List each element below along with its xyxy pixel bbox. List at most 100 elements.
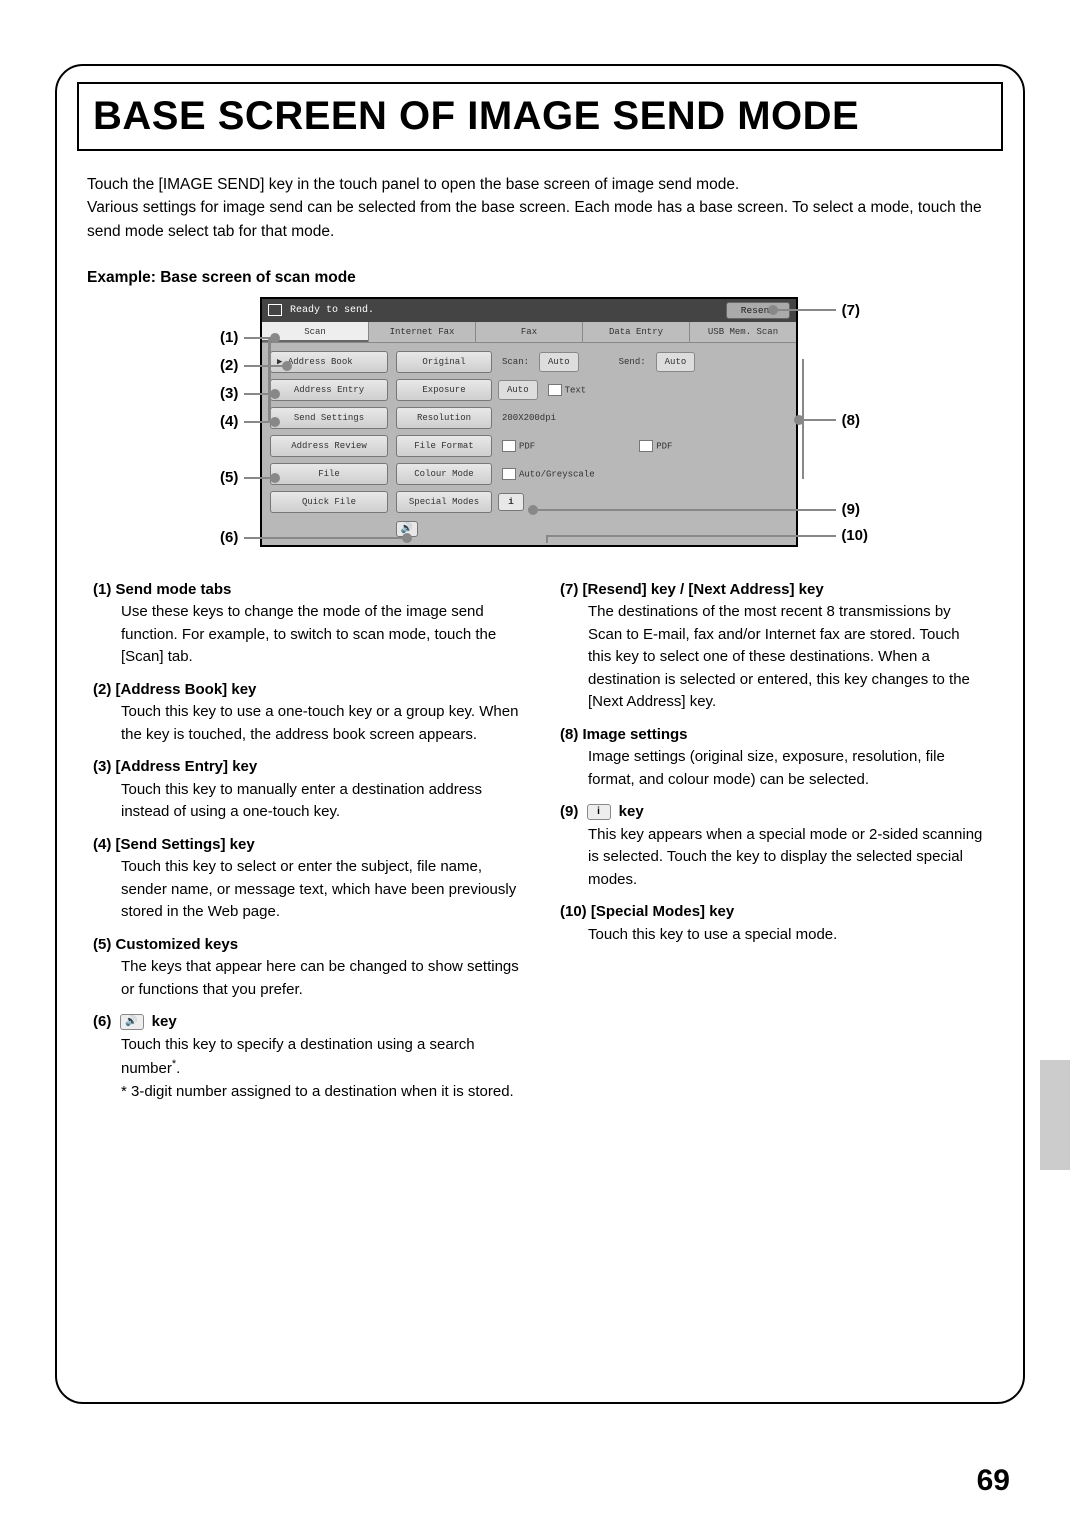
i10-body: Touch this key to use a special mode. (560, 924, 987, 947)
i2-body: Touch this key to use a one-touch key or… (93, 701, 520, 746)
resolution-value: 200X200dpi (498, 413, 560, 423)
leader (776, 309, 836, 312)
i10-head: (10) [Special Modes] key (560, 901, 987, 924)
intro-text: Touch the [IMAGE SEND] key in the touch … (87, 173, 993, 243)
row-colour: Colour Mode Auto/Greyscale (396, 463, 788, 485)
i6-foot: * 3-digit number assigned to a destinati… (93, 1081, 520, 1104)
tab-internetfax[interactable]: Internet Fax (369, 322, 476, 342)
page-frame: BASE SCREEN OF IMAGE SEND MODE Touch the… (55, 64, 1025, 1404)
row-exposure: Exposure Auto Text (396, 379, 788, 401)
i6-pre: (6) (93, 1013, 116, 1030)
leader-dot (402, 533, 412, 543)
page-number: 69 (977, 1464, 1010, 1498)
exposure-mode: Text (544, 384, 591, 396)
pdf1-label: PDF (519, 441, 535, 451)
i3-body: Touch this key to manually enter a desti… (93, 779, 520, 824)
callout-4: (4) (220, 413, 238, 430)
leader (802, 359, 805, 479)
i9-head: (9) i key (560, 801, 987, 824)
leader-dot (768, 305, 778, 315)
info-small-icon: i (587, 804, 611, 820)
i6-key: key (148, 1013, 177, 1030)
leader (536, 509, 836, 512)
pdf-icon (502, 440, 516, 452)
leader (546, 535, 549, 543)
panel-wrap: (1) (2) (3) (4) (5) (6) (7) (8) (9) (10) (260, 297, 820, 547)
callout-1: (1) (220, 329, 238, 346)
search-number-icon: 🔊 (120, 1014, 144, 1030)
info-icon[interactable]: i (498, 493, 524, 511)
i4-head: (4) [Send Settings] key (93, 834, 520, 857)
resolution-button[interactable]: Resolution (396, 407, 492, 429)
i9-body: This key appears when a special mode or … (560, 824, 987, 892)
leader (268, 337, 271, 422)
row-fileformat: File Format PDF PDF (396, 435, 788, 457)
colour-value: Auto/Greyscale (498, 468, 599, 480)
leader (244, 365, 284, 368)
address-entry-button[interactable]: Address Entry (270, 379, 388, 401)
original-button[interactable]: Original (396, 351, 492, 373)
colour-icon (502, 468, 516, 480)
i1-head: (1) Send mode tabs (93, 579, 520, 602)
i4-body: Touch this key to select or enter the su… (93, 856, 520, 924)
example-label: Example: Base screen of scan mode (87, 269, 993, 287)
leader (244, 477, 272, 480)
send-auto-value[interactable]: Auto (656, 352, 696, 372)
callout-10: (10) (841, 527, 868, 544)
i7-body: The destinations of the most recent 8 tr… (560, 601, 987, 714)
leader-dot (270, 333, 280, 343)
callout-6: (6) (220, 529, 238, 546)
tab-dataentry[interactable]: Data Entry (583, 322, 690, 342)
quick-file-button[interactable]: Quick File (270, 491, 388, 513)
callout-8: (8) (842, 412, 860, 429)
leader-dot (528, 505, 538, 515)
leader-dot (270, 389, 280, 399)
leader-dot (270, 473, 280, 483)
fileformat-button[interactable]: File Format (396, 435, 492, 457)
row-resolution: Resolution 200X200dpi (396, 407, 788, 429)
exposure-button[interactable]: Exposure (396, 379, 492, 401)
i2-head: (2) [Address Book] key (93, 679, 520, 702)
tab-usbmemscan[interactable]: USB Mem. Scan (690, 322, 796, 342)
leader-dot (282, 361, 292, 371)
pdf-icon (639, 440, 653, 452)
exposure-mode-label: Text (565, 385, 587, 395)
callout-7: (7) (842, 302, 860, 319)
title-box: BASE SCREEN OF IMAGE SEND MODE (77, 82, 1003, 151)
i9-key: key (615, 803, 644, 820)
send-label: Send: (615, 357, 650, 367)
side-thumb-tab (1040, 1060, 1070, 1170)
send-settings-button[interactable]: Send Settings (270, 407, 388, 429)
ready-text: Ready to send. (290, 305, 726, 316)
i1-body: Use these keys to change the mode of the… (93, 601, 520, 669)
i6-body-text: Touch this key to specify a destination … (121, 1036, 475, 1078)
specialmodes-button[interactable]: Special Modes (396, 491, 492, 513)
callout-9: (9) (842, 501, 860, 518)
i8-body: Image settings (original size, exposure,… (560, 746, 987, 791)
i6-star: * (172, 1058, 176, 1070)
file-button[interactable]: File (270, 463, 388, 485)
tab-fax[interactable]: Fax (476, 322, 583, 342)
mode-tabs: Scan Internet Fax Fax Data Entry USB Mem… (262, 322, 796, 343)
colourmode-button[interactable]: Colour Mode (396, 463, 492, 485)
leader-dot (270, 417, 280, 427)
panel-body: ▶ Address Book Address Entry Send Settin… (262, 343, 796, 545)
leader (244, 537, 404, 540)
callout-5: (5) (220, 469, 238, 486)
address-review-button[interactable]: Address Review (270, 435, 388, 457)
i8-head: (8) Image settings (560, 724, 987, 747)
left-desc-col: (1) Send mode tabs Use these keys to cha… (93, 569, 520, 1104)
i7-head: (7) [Resend] key / [Next Address] key (560, 579, 987, 602)
i5-body: The keys that appear here can be changed… (93, 956, 520, 1001)
content: Touch the [IMAGE SEND] key in the touch … (57, 173, 1023, 1103)
panel-header: Ready to send. Resend (262, 299, 796, 322)
page: BASE SCREEN OF IMAGE SEND MODE Touch the… (0, 0, 1080, 1528)
i6-head: (6) 🔊 key (93, 1011, 520, 1034)
callout-3: (3) (220, 385, 238, 402)
right-desc-col: (7) [Resend] key / [Next Address] key Th… (560, 569, 987, 1104)
text-icon (548, 384, 562, 396)
exposure-value[interactable]: Auto (498, 380, 538, 400)
scan-auto-value[interactable]: Auto (539, 352, 579, 372)
leader (546, 535, 836, 538)
page-title: BASE SCREEN OF IMAGE SEND MODE (93, 94, 987, 139)
